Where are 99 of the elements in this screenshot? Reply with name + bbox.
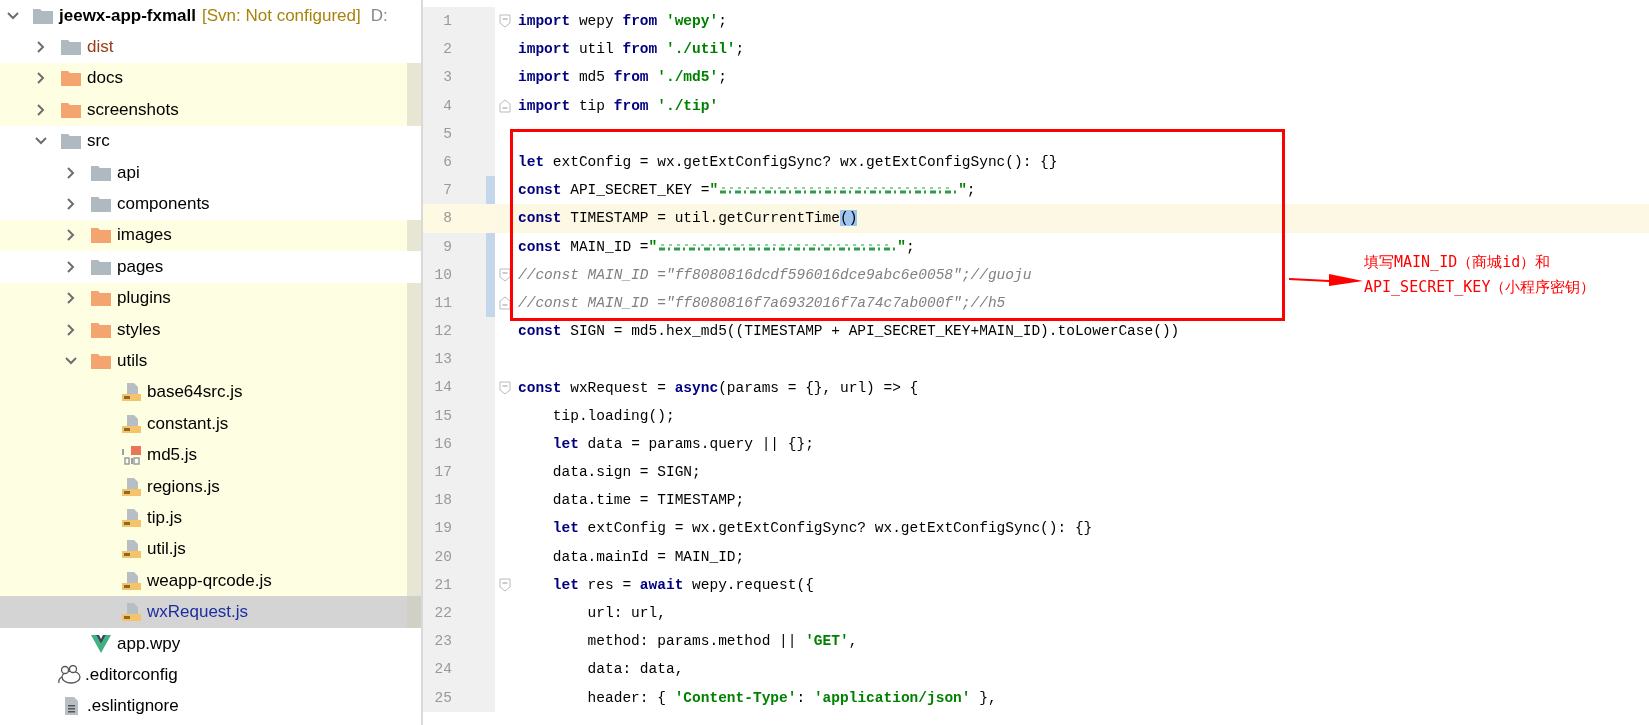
tree-item[interactable]: md5.js (0, 439, 421, 471)
js-file-icon (121, 413, 141, 434)
code-text: data.mainId = MAIN_ID; (551, 548, 745, 565)
tree-item[interactable]: wxRequest.js (0, 596, 421, 628)
fold-marker-icon[interactable] (499, 14, 511, 29)
code-text: data: data, (586, 661, 684, 678)
line-number: 3 (423, 63, 495, 92)
binary-file-icon (121, 445, 141, 466)
line-number: 23 (423, 627, 495, 656)
line-number: 15 (423, 401, 495, 430)
tree-item[interactable]: components (0, 188, 421, 220)
line-number: 12 (423, 317, 495, 346)
js-file-icon (121, 382, 141, 403)
v-logo-icon (91, 634, 111, 653)
tree-item[interactable]: plugins (0, 282, 421, 314)
code-text: import util from './util'; (518, 41, 745, 58)
line-number: 20 (423, 542, 495, 571)
tree-item[interactable]: constant.js (0, 408, 421, 440)
code-text: data.sign = SIGN; (551, 464, 701, 481)
code-text: const TIMESTAMP = util.getCurrentTime() (518, 210, 858, 227)
code-text: header: { 'Content-Type': 'application/json' }, (586, 689, 997, 706)
line-number: 6 (423, 147, 495, 177)
folder-icon (61, 133, 81, 150)
mouse-icon (57, 664, 83, 685)
tree-item[interactable]: app.wpy (0, 627, 421, 660)
fold-marker-icon[interactable] (499, 98, 511, 113)
tree-item[interactable]: .editorconfig (0, 659, 421, 691)
code-text: //const MAIN_ID ="ff8080816f7a6932016f7a74c7ab000f";//h5 (518, 294, 1006, 311)
js-file-icon (121, 539, 141, 560)
code-text: let extConfig = wx.getExtConfigSync? wx.getExtConfigSync(): {} (518, 154, 1058, 171)
line-number: 2 (423, 35, 495, 64)
line-number: 13 (423, 345, 495, 374)
code-text: const API_SECRET_KEY =" (518, 182, 719, 199)
folder-icon (91, 196, 111, 213)
tree-item[interactable]: .eslintignore (0, 690, 421, 722)
line-number: 22 (423, 598, 495, 628)
fold-marker-icon[interactable] (499, 577, 511, 592)
code-text: import tip from './tip' (518, 97, 719, 114)
tree-item[interactable]: api (0, 156, 421, 189)
code-text: let res = await wepy.request({ (551, 576, 814, 593)
code-text: "; (897, 238, 915, 255)
tree-item[interactable]: tip.js (0, 502, 421, 534)
tree-item[interactable]: base64src.js (0, 376, 421, 409)
line-number: 1 (423, 7, 495, 36)
tree-item[interactable]: weapp-qrcode.js (0, 565, 421, 597)
folder-icon (91, 321, 111, 338)
vcs-status: [Svn: Not configured] (202, 5, 361, 26)
code-text: //const MAIN_ID ="ff8080816dcdf596016dce9abc6e0058";//guoju (518, 266, 1032, 283)
tree-item[interactable]: screenshots (0, 94, 421, 126)
tree-item[interactable]: dist (0, 31, 421, 63)
fold-marker-icon[interactable] (499, 267, 511, 282)
project-name[interactable]: jeewx-app-fxmall (59, 5, 196, 26)
tree-item[interactable]: pages (0, 251, 421, 283)
code-text: tip.loading(); (551, 407, 675, 424)
folder-icon (91, 290, 111, 307)
code-text: data.time = TIMESTAMP; (551, 492, 745, 509)
code-text: method: params.method || 'GET', (586, 633, 858, 650)
code-text: const wxRequest = async(params = {}, url) => { (518, 379, 919, 396)
line-number: 19 (423, 514, 495, 543)
code-text: import md5 from './md5'; (518, 69, 727, 86)
folder-icon (61, 39, 81, 56)
annotation-text: 填写MAIN_ID（商城id）和 API_SECRET_KEY（小程序密钥） (1364, 252, 1596, 298)
code-text: "; (958, 182, 976, 199)
line-number: 25 (423, 683, 495, 712)
folder-icon (91, 227, 111, 244)
code-text: const MAIN_ID =" (518, 238, 658, 255)
tree-item[interactable]: images (0, 219, 421, 252)
folder-icon (91, 353, 111, 369)
tree-item[interactable]: src (0, 125, 421, 157)
folder-icon (91, 258, 111, 275)
js-file-icon (121, 507, 141, 528)
tree-item[interactable]: regions.js (0, 470, 421, 503)
line-number: 4 (423, 91, 495, 120)
folder-icon (61, 70, 81, 87)
code-text: import wepy from 'wepy'; (518, 13, 727, 30)
js-file-icon (121, 570, 141, 591)
folder-icon (33, 7, 53, 24)
fold-marker-icon[interactable] (499, 380, 511, 395)
code-text: let extConfig = wx.getExtConfigSync? wx.getExtConfigSync(): {} (551, 520, 1093, 537)
path-text: D: (370, 5, 388, 26)
tree-item[interactable]: docs (0, 62, 421, 95)
tree-item[interactable]: util.js (0, 533, 421, 566)
code-text: url: url, (586, 605, 666, 622)
line-number: 14 (423, 373, 495, 402)
code-text: const SIGN = md5.hex_md5((TIMESTAMP + API_SECRET_KEY+MAIN_ID).toLowerCase()) (518, 323, 1180, 340)
line-number: 5 (423, 119, 495, 148)
line-number: 21 (423, 570, 495, 599)
folder-icon (91, 164, 111, 181)
line-number: 18 (423, 486, 495, 515)
code-text: let data = params.query || {}; (551, 435, 814, 452)
folder-icon (61, 101, 81, 118)
tree-item[interactable]: styles (0, 313, 421, 346)
fold-marker-icon[interactable] (499, 295, 511, 310)
line-number: 16 (423, 429, 495, 458)
line-number: 17 (423, 458, 495, 487)
js-file-icon (121, 476, 141, 497)
line-number: 24 (423, 655, 495, 684)
js-file-icon (121, 602, 141, 623)
tree-item[interactable]: utils (0, 345, 421, 377)
